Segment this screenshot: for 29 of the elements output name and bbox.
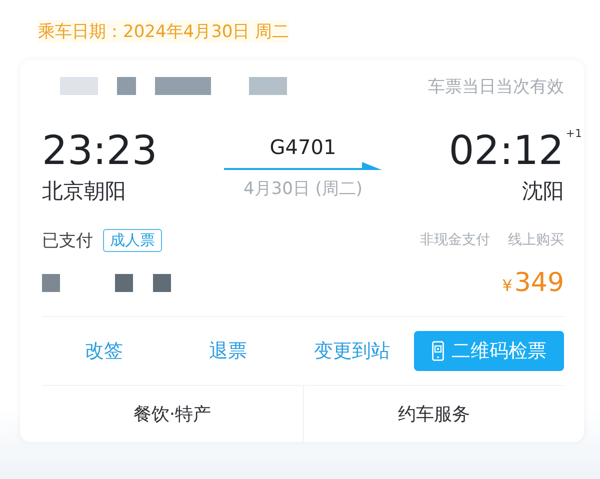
redaction-block <box>249 77 287 95</box>
phone-qr-icon <box>432 341 444 361</box>
service-link[interactable]: 餐饮·特产 <box>133 402 212 426</box>
day-offset: +1 <box>566 127 582 140</box>
action-link[interactable]: 改签 <box>42 338 166 364</box>
travel-date: 4月30日 (周二) <box>243 178 363 200</box>
qr-check-button[interactable]: 二维码检票 <box>414 331 564 371</box>
action-link[interactable]: 退票 <box>166 338 290 364</box>
redaction-block <box>60 77 98 95</box>
arrival-station: 沈阳 <box>522 178 564 205</box>
action-link[interactable]: 变更到站 <box>290 338 414 364</box>
service-link[interactable]: 约车服务 <box>398 402 470 426</box>
redaction-block <box>155 77 211 95</box>
redaction-block <box>117 77 136 95</box>
validity-note: 车票当日当次有效 <box>428 76 564 98</box>
ticket-type-tag: 成人票 <box>103 228 162 252</box>
arrival-time: 02:12 <box>448 129 564 173</box>
payment-method: 非现金支付 <box>420 231 490 249</box>
train-number: G4701 <box>270 134 336 158</box>
purchase-channel: 线上购买 <box>508 231 564 249</box>
departure-station: 北京朝阳 <box>42 178 127 205</box>
currency-sign: ¥ <box>502 276 512 295</box>
redaction-block <box>153 274 171 292</box>
redaction-block <box>115 274 133 292</box>
price-amount: 349 <box>514 268 564 298</box>
payment-status: 已支付 <box>42 230 93 252</box>
travel-date-header: 乘车日期：2024年4月30日 周二 <box>38 20 290 42</box>
redaction-block <box>42 274 60 292</box>
departure-time: 23:23 <box>42 129 158 173</box>
